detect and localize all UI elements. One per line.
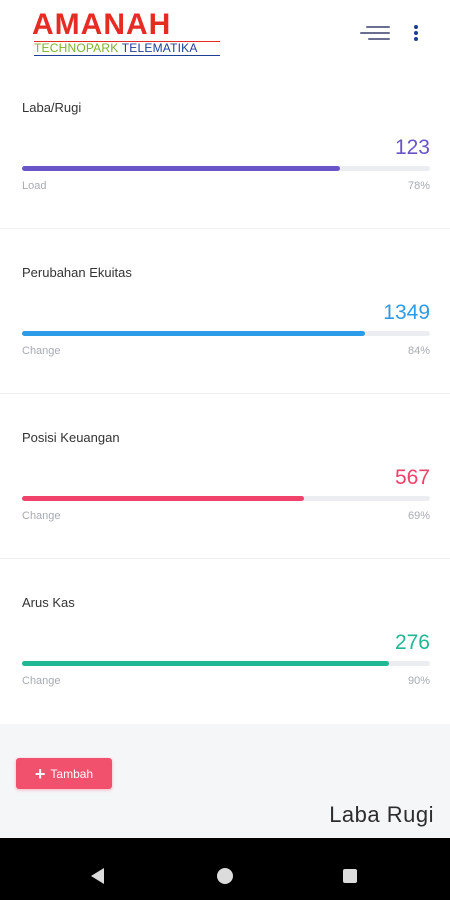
progress-track <box>22 331 430 336</box>
card-value: 567 <box>394 466 430 489</box>
add-button[interactable]: + Tambah <box>16 758 112 789</box>
card-percent: 69% <box>407 510 430 522</box>
progress-track <box>22 661 430 666</box>
progress-track <box>22 166 430 171</box>
card-laba-rugi[interactable]: Laba/Rugi 123 Load 78% <box>0 64 450 229</box>
progress-fill <box>22 331 365 336</box>
card-label: Change <box>22 345 61 357</box>
card-title: Arus Kas <box>22 595 75 610</box>
card-value: 276 <box>394 631 430 654</box>
progress-fill <box>22 496 304 501</box>
logo-divider-bottom <box>34 55 220 56</box>
card-percent: 90% <box>407 675 430 687</box>
card-title: Posisi Keuangan <box>22 430 120 445</box>
card-label: Load <box>22 180 47 192</box>
brand-subtitle-part2: TELEMATIKA <box>121 41 198 55</box>
card-title: Laba/Rugi <box>22 100 82 115</box>
card-title: Perubahan Ekuitas <box>22 265 132 280</box>
brand-logo: AMANAH TECHNOPARK TELEMATIKA <box>30 10 230 56</box>
brand-name: AMANAH <box>32 8 172 41</box>
section-title: Laba Rugi <box>329 802 434 827</box>
plus-icon: + <box>34 763 46 784</box>
app-header: AMANAH TECHNOPARK TELEMATIKA <box>0 0 450 64</box>
progress-track <box>22 496 430 501</box>
card-label: Change <box>22 510 61 522</box>
card-percent: 78% <box>407 180 430 192</box>
system-nav-bar <box>0 838 450 900</box>
report-list: Laba/Rugi 123 Load 78% Perubahan Ekuitas… <box>0 64 450 724</box>
recents-square-icon[interactable] <box>343 869 357 883</box>
back-triangle-icon[interactable] <box>91 868 104 884</box>
vertical-dots-icon[interactable] <box>408 22 424 44</box>
card-label: Change <box>22 675 61 687</box>
card-value: 123 <box>394 136 430 159</box>
card-posisi-keuangan[interactable]: Posisi Keuangan 567 Change 69% <box>0 394 450 559</box>
card-value: 1349 <box>383 301 430 324</box>
add-button-label: Tambah <box>50 766 94 781</box>
card-arus-kas[interactable]: Arus Kas 276 Change 90% <box>0 559 450 724</box>
brand-subtitle-part1: TECHNOPARK <box>34 41 122 55</box>
menu-lines-icon[interactable] <box>360 22 390 44</box>
progress-fill <box>22 661 390 666</box>
home-circle-icon[interactable] <box>217 868 233 884</box>
brand-subtitle: TECHNOPARK TELEMATIKA <box>34 41 198 55</box>
card-perubahan-ekuitas[interactable]: Perubahan Ekuitas 1349 Change 84% <box>0 229 450 394</box>
progress-fill <box>22 166 341 171</box>
card-percent: 84% <box>407 345 430 357</box>
